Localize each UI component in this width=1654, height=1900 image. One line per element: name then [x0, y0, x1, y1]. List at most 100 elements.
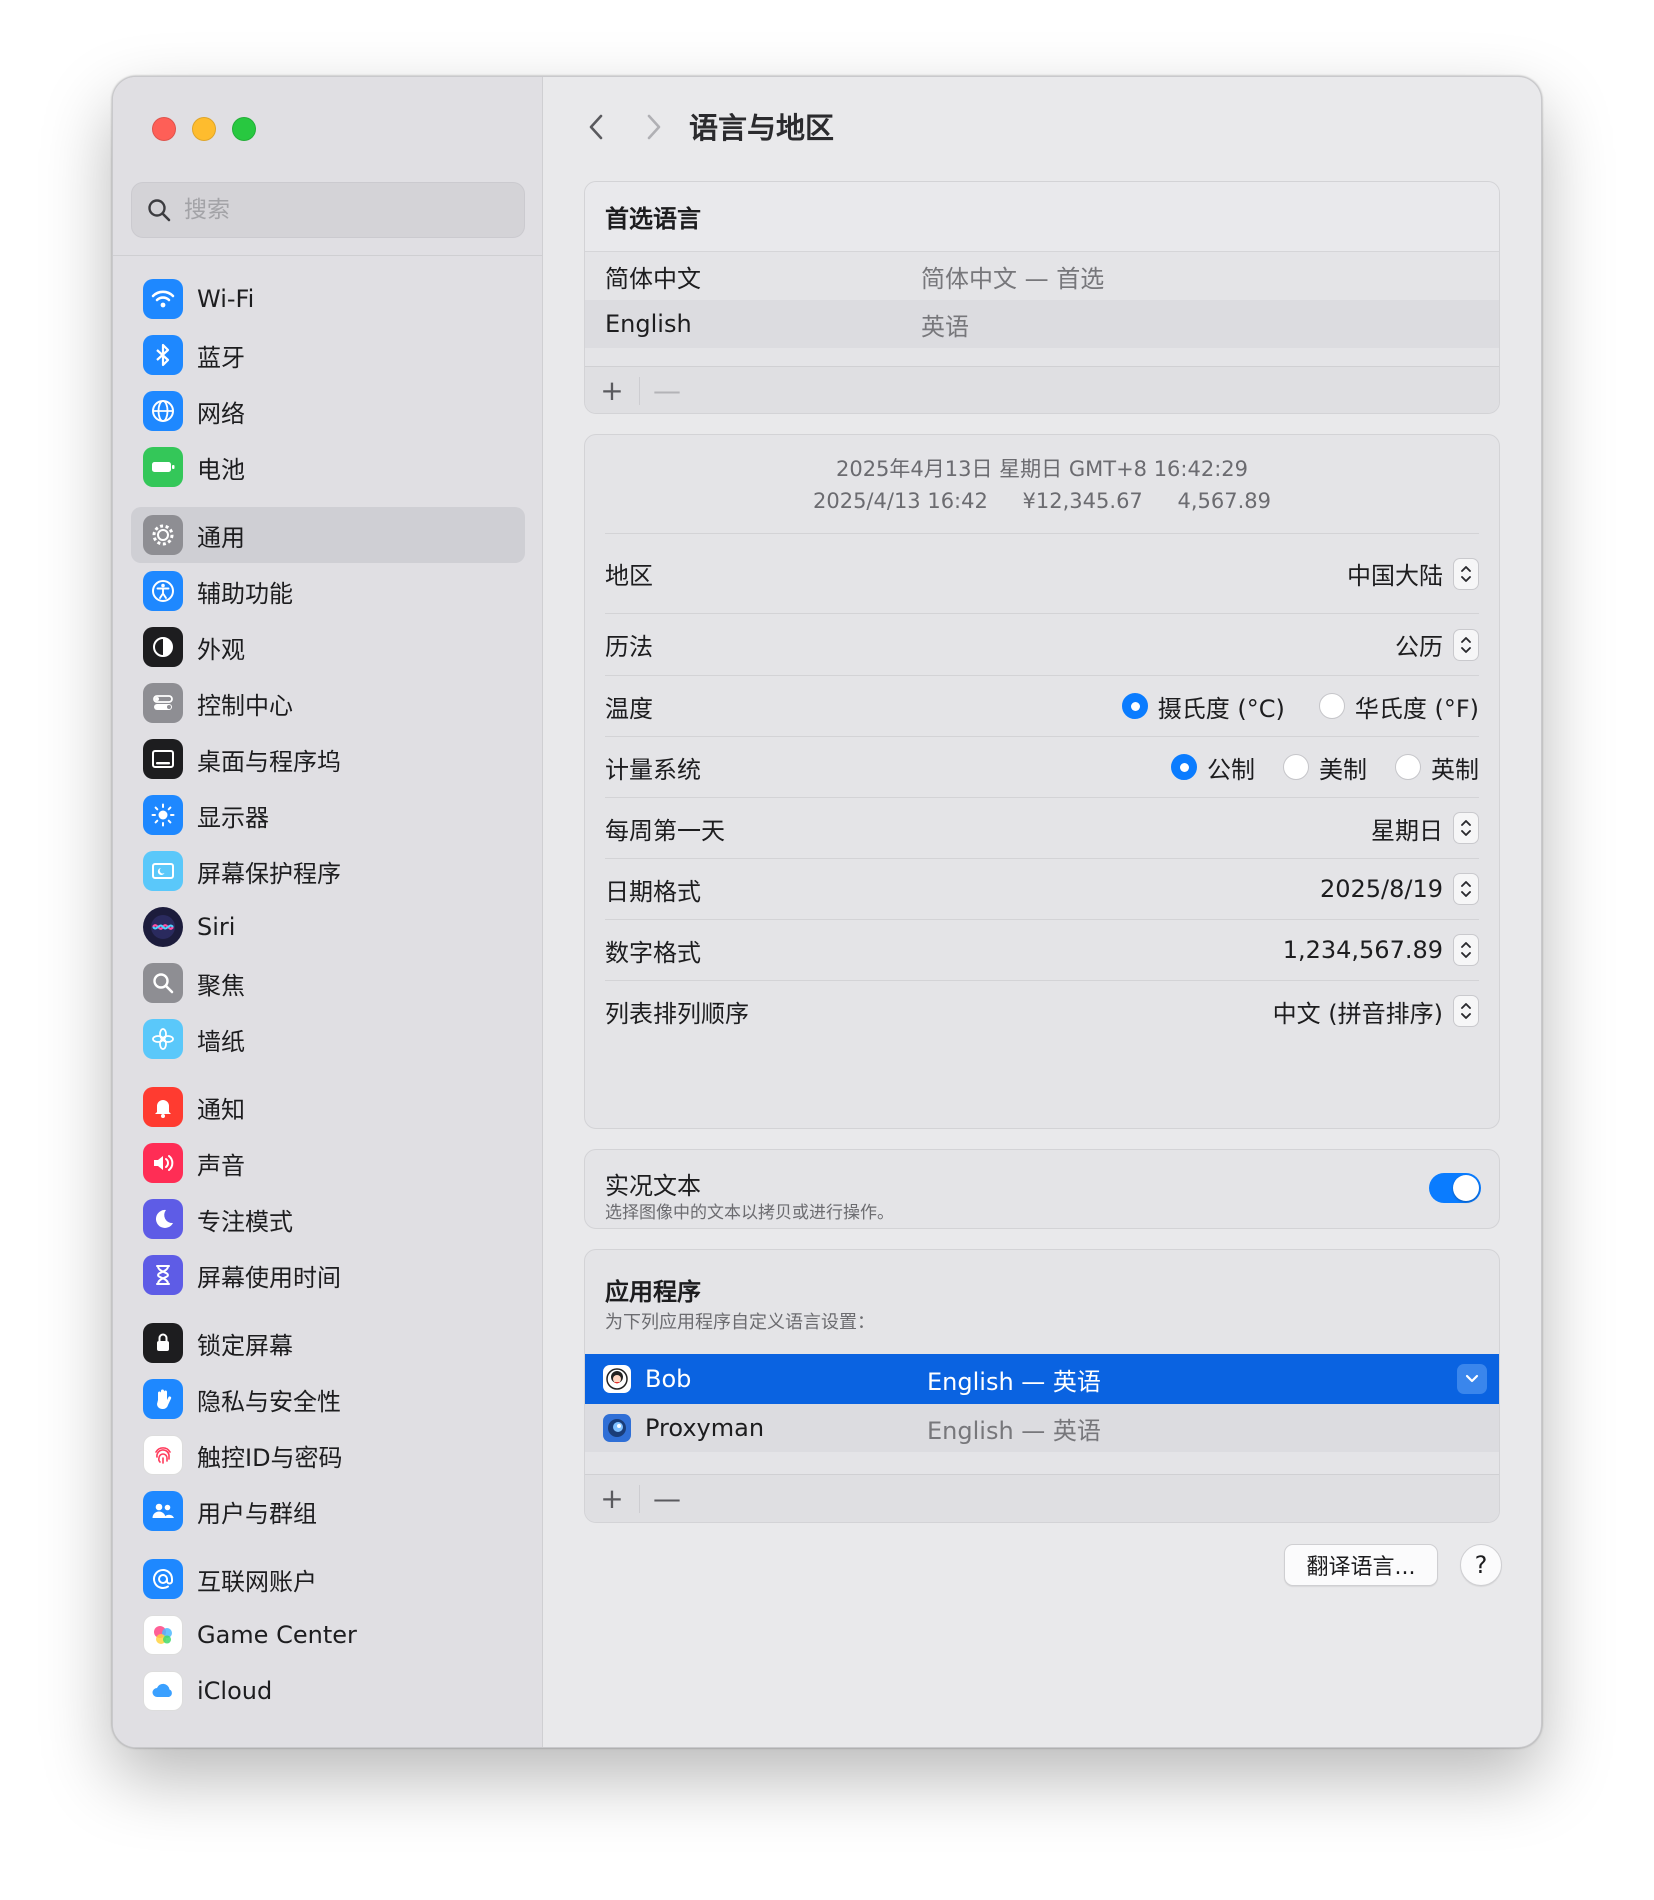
up-down-chevron-icon	[1453, 812, 1479, 844]
forward-button[interactable]	[636, 107, 672, 147]
add-language-button[interactable]: +	[597, 374, 627, 407]
preview-number: 4,567.89	[1177, 489, 1271, 513]
help-button[interactable]: ?	[1460, 1544, 1502, 1586]
zoom-window-button[interactable]	[232, 117, 256, 141]
sidebar-item-label: 隐私与安全性	[197, 1387, 341, 1416]
back-button[interactable]	[578, 107, 614, 147]
minimize-window-button[interactable]	[192, 117, 216, 141]
app-row[interactable]: Proxyman English — 英语	[585, 1404, 1499, 1452]
sidebar-item-notifications[interactable]: 通知	[131, 1079, 525, 1135]
sidebar-item-focus[interactable]: 专注模式	[131, 1191, 525, 1247]
sidebar-item-label: 显示器	[197, 803, 269, 832]
sidebar-item-users-groups[interactable]: 用户与群组	[131, 1483, 525, 1539]
close-window-button[interactable]	[152, 117, 176, 141]
sidebar-item-general[interactable]: 通用	[131, 507, 525, 563]
cloud-icon	[143, 1671, 183, 1711]
sidebar-item-touch-id[interactable]: 触控ID与密码	[131, 1427, 525, 1483]
region-popup[interactable]: 中国大陆	[1347, 556, 1479, 591]
sidebar-item-lock-screen[interactable]: 锁定屏幕	[131, 1315, 525, 1371]
sidebar-item-desktop-dock[interactable]: 桌面与程序坞	[131, 731, 525, 787]
up-down-chevron-icon	[1453, 557, 1479, 590]
first-weekday-row: 每周第一天 星期日	[605, 797, 1479, 858]
sidebar-item-label: 通用	[197, 523, 245, 552]
sidebar-item-bluetooth[interactable]: 蓝牙	[131, 327, 525, 383]
number-format-label: 数字格式	[605, 938, 701, 967]
sidebar-item-sound[interactable]: 声音	[131, 1135, 525, 1191]
calendar-value: 公历	[1395, 633, 1443, 661]
sidebar-item-accessibility[interactable]: 辅助功能	[131, 563, 525, 619]
up-down-chevron-icon	[1453, 995, 1479, 1027]
applications-title: 应用程序	[605, 1278, 701, 1306]
sidebar-item-appearance[interactable]: 外观	[131, 619, 525, 675]
sidebar-item-network[interactable]: 网络	[131, 383, 525, 439]
app-row[interactable]: Bob English — 英语	[585, 1354, 1499, 1404]
sidebar-item-wifi[interactable]: Wi-Fi	[131, 271, 525, 327]
sidebar: Wi-Fi 蓝牙 网络 电池	[113, 77, 543, 1747]
sidebar-item-label: 用户与群组	[197, 1499, 317, 1528]
remove-app-button[interactable]: —	[652, 1482, 682, 1515]
sidebar-item-siri[interactable]: Siri	[131, 899, 525, 955]
sidebar-item-game-center[interactable]: Game Center	[131, 1607, 525, 1663]
sidebar-item-screensaver[interactable]: 屏幕保护程序	[131, 843, 525, 899]
sidebar-item-label: 触控ID与密码	[197, 1443, 343, 1472]
format-preview: 2025年4月13日 星期日 GMT+8 16:42:29 2025/4/13 …	[585, 435, 1499, 533]
celsius-radio[interactable]: 摄氏度 (°C)	[1121, 689, 1285, 724]
radio-label: 华氏度 (°F)	[1354, 694, 1479, 723]
language-desc: 英语	[921, 312, 969, 341]
search-field[interactable]	[131, 182, 525, 238]
control-center-icon	[143, 683, 183, 723]
sidebar-item-label: 桌面与程序坞	[197, 747, 341, 776]
temperature-radio-group: 摄氏度 (°C) 华氏度 (°F)	[1088, 689, 1479, 724]
sidebar-item-battery[interactable]: 电池	[131, 439, 525, 495]
sidebar-item-label: 网络	[197, 399, 245, 428]
add-app-button[interactable]: +	[597, 1482, 627, 1515]
accessibility-icon	[143, 571, 183, 611]
temperature-label: 温度	[605, 694, 653, 723]
search-input[interactable]	[184, 197, 504, 223]
sidebar-item-screen-time[interactable]: 屏幕使用时间	[131, 1247, 525, 1303]
metric-radio[interactable]: 公制	[1171, 750, 1255, 785]
calendar-label: 历法	[605, 633, 653, 661]
app-language-popup[interactable]	[1457, 1364, 1487, 1394]
sidebar-item-wallpaper[interactable]: 墙纸	[131, 1011, 525, 1067]
sidebar-item-privacy[interactable]: 隐私与安全性	[131, 1371, 525, 1427]
date-format-popup[interactable]: 2025/8/19	[1320, 873, 1479, 905]
sidebar-item-label: Siri	[197, 913, 236, 941]
window-controls	[152, 117, 256, 141]
us-radio[interactable]: 美制	[1283, 750, 1367, 785]
sidebar-item-label: 电池	[197, 455, 245, 484]
language-name: English	[605, 310, 692, 338]
toolbar: 语言与地区	[544, 77, 1541, 177]
sidebar-item-control-center[interactable]: 控制中心	[131, 675, 525, 731]
fahrenheit-radio[interactable]: 华氏度 (°F)	[1318, 689, 1479, 724]
preferred-languages-title: 首选语言	[585, 182, 1499, 252]
uk-radio[interactable]: 英制	[1395, 750, 1479, 785]
live-text-card: 实况文本 选择图像中的文本以拷贝或进行操作。	[584, 1149, 1500, 1229]
main-pane: 语言与地区 首选语言 简体中文 简体中文 — 首选 English 英语 + —…	[544, 77, 1541, 1747]
region-label: 地区	[605, 562, 653, 590]
sidebar-item-label: iCloud	[197, 1677, 273, 1705]
sidebar-item-label: 通知	[197, 1095, 245, 1124]
radio-dot-selected	[1121, 693, 1148, 719]
first-weekday-popup[interactable]: 星期日	[1371, 811, 1479, 846]
preview-currency: ¥12,345.67	[1022, 489, 1143, 513]
date-format-label: 日期格式	[605, 877, 701, 906]
sidebar-item-icloud[interactable]: iCloud	[131, 1663, 525, 1719]
sidebar-item-label: Wi-Fi	[197, 285, 255, 313]
sidebar-item-internet-accounts[interactable]: 互联网账户	[131, 1551, 525, 1607]
sound-icon	[143, 1143, 183, 1183]
live-text-toggle[interactable]	[1429, 1173, 1481, 1203]
language-row[interactable]: English 英语	[585, 300, 1499, 348]
translation-languages-button[interactable]: 翻译语言...	[1284, 1544, 1438, 1586]
list-sort-popup[interactable]: 中文 (拼音排序)	[1273, 994, 1479, 1029]
language-row[interactable]: 简体中文 简体中文 — 首选	[585, 252, 1499, 300]
sidebar-item-spotlight[interactable]: 聚焦	[131, 955, 525, 1011]
sidebar-item-label: 屏幕保护程序	[197, 859, 341, 888]
calendar-popup[interactable]: 公历	[1395, 627, 1479, 662]
preview-date: 2025/4/13 16:42	[812, 489, 988, 513]
sidebar-item-displays[interactable]: 显示器	[131, 787, 525, 843]
remove-language-button[interactable]: —	[652, 374, 682, 407]
number-format-popup[interactable]: 1,234,567.89	[1283, 934, 1479, 966]
up-down-chevron-icon	[1453, 628, 1479, 661]
first-weekday-label: 每周第一天	[605, 816, 725, 845]
